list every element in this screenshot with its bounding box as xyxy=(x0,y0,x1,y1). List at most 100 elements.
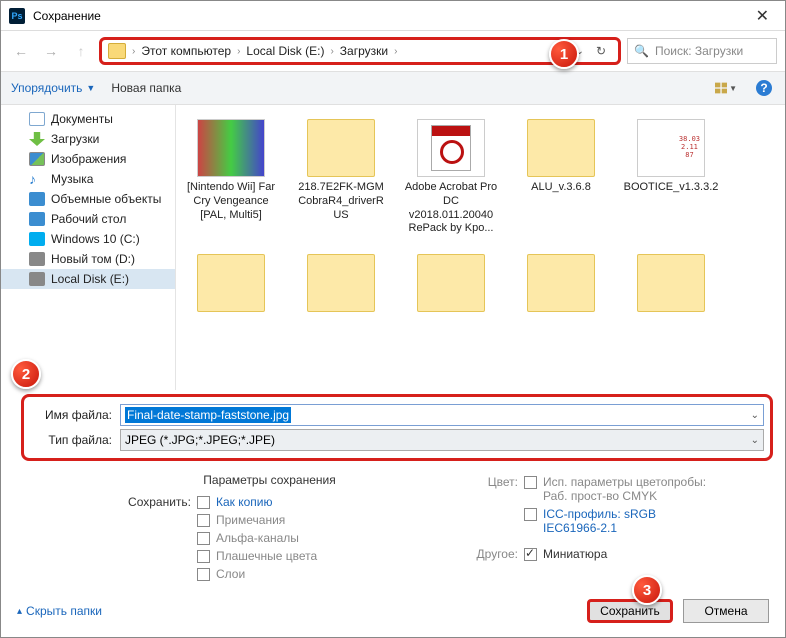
back-icon[interactable]: ← xyxy=(9,39,33,63)
chevron-right-icon: › xyxy=(392,46,399,57)
sidebar-item-label: Загрузки xyxy=(51,132,99,146)
sidebar-item[interactable]: Объемные объекты xyxy=(1,189,175,209)
folder-icon xyxy=(417,254,485,312)
help-icon[interactable]: ? xyxy=(753,77,775,99)
sidebar: Документы Загрузки Изображения ♪Музыка Объем… xyxy=(1,105,176,390)
sidebar-item[interactable]: Windows 10 (C:) xyxy=(1,229,175,249)
window-title: Сохранение xyxy=(33,9,748,23)
proof-checkbox xyxy=(524,476,537,489)
sidebar-item[interactable]: Рабочий стол xyxy=(1,209,175,229)
list-item[interactable] xyxy=(180,250,282,316)
alpha-label: Альфа-каналы xyxy=(216,531,299,545)
filename-input[interactable]: Final-date-stamp-faststone.jpg ⌄ xyxy=(120,404,764,426)
sidebar-item[interactable]: Новый том (D:) xyxy=(1,249,175,269)
file-label: ALU_v.3.6.8 xyxy=(531,181,591,195)
save-dialog: 1 2 3 Ps Сохранение ✕ ← → ↑ › Этот компь… xyxy=(0,0,786,638)
dl-icon xyxy=(29,132,45,146)
sidebar-item-label: Документы xyxy=(51,112,113,126)
list-item[interactable] xyxy=(400,250,502,316)
mus-icon: ♪ xyxy=(29,172,45,186)
proof-label: Исп. параметры цветопробы: Раб. прост-во… xyxy=(543,475,713,503)
folder-icon xyxy=(307,254,375,312)
sidebar-item-label: Новый том (D:) xyxy=(51,252,135,266)
list-item[interactable] xyxy=(290,250,392,316)
callout-3: 3 xyxy=(632,575,662,605)
up-icon[interactable]: ↑ xyxy=(69,39,93,63)
file-label: Adobe Acrobat Pro DC v2018.011.20040 ReP… xyxy=(402,181,500,236)
chevron-up-icon: ▴ xyxy=(17,606,22,617)
file-thumb xyxy=(417,119,485,177)
search-icon: 🔍 xyxy=(634,44,649,58)
desk-icon xyxy=(29,212,45,226)
cancel-button[interactable]: Отмена xyxy=(683,599,769,623)
toolbar: Упорядочить ▼ Новая папка ▼ ? xyxy=(1,71,785,105)
save-button[interactable]: Сохранить xyxy=(587,599,673,623)
hide-folders-label: Скрыть папки xyxy=(26,604,102,618)
sidebar-item-label: Изображения xyxy=(51,152,126,166)
organize-label: Упорядочить xyxy=(11,81,82,95)
forward-icon: → xyxy=(39,39,63,63)
file-thumb xyxy=(307,119,375,177)
sidebar-item[interactable]: Изображения xyxy=(1,149,175,169)
crumb-dl[interactable]: Загрузки xyxy=(336,44,392,58)
color-label: Цвет: xyxy=(448,475,518,489)
filetype-select[interactable]: JPEG (*.JPG;*.JPEG;*.JPE) ⌄ xyxy=(120,429,764,451)
photoshop-icon: Ps xyxy=(9,8,25,24)
disk-icon xyxy=(29,252,45,266)
close-icon[interactable]: ✕ xyxy=(748,6,777,26)
list-item[interactable]: [Nintendo Wii] Far Cry Vengeance [PAL, M… xyxy=(180,115,282,240)
svg-text:?: ? xyxy=(760,81,767,95)
file-thumb: 38.032.1187 xyxy=(637,119,705,177)
sidebar-item[interactable]: Загрузки xyxy=(1,129,175,149)
view-icon[interactable]: ▼ xyxy=(715,77,737,99)
chevron-down-icon[interactable]: ⌄ xyxy=(751,435,759,446)
chevron-down-icon: ▼ xyxy=(86,83,95,93)
sidebar-item-label: Рабочий стол xyxy=(51,212,126,226)
list-item[interactable] xyxy=(620,250,722,316)
search-input[interactable]: 🔍 Поиск: Загрузки xyxy=(627,38,777,64)
filetype-value: JPEG (*.JPG;*.JPEG;*.JPE) xyxy=(125,433,275,447)
breadcrumb[interactable]: › Этот компьютер › Local Disk (E:) › Заг… xyxy=(99,37,621,65)
sidebar-item[interactable]: ♪Музыка xyxy=(1,169,175,189)
as-copy-checkbox[interactable] xyxy=(197,496,210,509)
refresh-icon[interactable]: ↻ xyxy=(590,44,612,58)
notes-label: Примечания xyxy=(216,513,285,527)
address-row: ← → ↑ › Этот компьютер › Local Disk (E:)… xyxy=(1,31,785,71)
list-item[interactable] xyxy=(510,250,612,316)
notes-checkbox xyxy=(197,514,210,527)
sidebar-item-label: Windows 10 (C:) xyxy=(51,232,140,246)
crumb-pc[interactable]: Этот компьютер xyxy=(137,44,235,58)
save-as-label: Сохранить: xyxy=(121,495,191,509)
chevron-right-icon: › xyxy=(328,46,335,57)
file-area[interactable]: [Nintendo Wii] Far Cry Vengeance [PAL, M… xyxy=(176,105,785,390)
sidebar-item-label: Local Disk (E:) xyxy=(51,272,129,286)
alpha-checkbox xyxy=(197,532,210,545)
list-item[interactable]: ALU_v.3.6.8 xyxy=(510,115,612,240)
save-button-label: Сохранить xyxy=(600,604,660,618)
new-folder-button[interactable]: Новая папка xyxy=(111,81,181,95)
cancel-button-label: Отмена xyxy=(704,604,747,618)
hide-folders-link[interactable]: ▴ Скрыть папки xyxy=(17,604,102,618)
list-item[interactable]: 38.032.1187BOOTICE_v1.3.3.2 xyxy=(620,115,722,240)
crumb-disk[interactable]: Local Disk (E:) xyxy=(242,44,328,58)
list-item[interactable]: 218.7E2FK-MGM CobraR4_driverR US xyxy=(290,115,392,240)
win-icon xyxy=(29,232,45,246)
filetype-label: Тип файла: xyxy=(30,433,112,447)
thumb-checkbox[interactable] xyxy=(524,548,537,561)
icc-checkbox[interactable] xyxy=(524,508,537,521)
filename-label: Имя файла: xyxy=(30,408,112,422)
sidebar-item[interactable]: Документы xyxy=(1,109,175,129)
callout-1: 1 xyxy=(549,39,579,69)
folder-icon xyxy=(637,254,705,312)
chevron-down-icon[interactable]: ⌄ xyxy=(751,410,759,421)
sidebar-item-label: Объемные объекты xyxy=(51,192,161,206)
organize-menu[interactable]: Упорядочить ▼ xyxy=(11,81,95,95)
list-item[interactable]: Adobe Acrobat Pro DC v2018.011.20040 ReP… xyxy=(400,115,502,240)
doc-icon xyxy=(29,112,45,126)
file-label: 218.7E2FK-MGM CobraR4_driverR US xyxy=(292,181,390,222)
save-options: Параметры сохранения Сохранить:Как копию… xyxy=(1,463,785,589)
sidebar-item[interactable]: Local Disk (E:) xyxy=(1,269,175,289)
filename-value: Final-date-stamp-faststone.jpg xyxy=(125,407,291,423)
file-grid-row2 xyxy=(180,250,781,316)
folder-icon xyxy=(527,254,595,312)
